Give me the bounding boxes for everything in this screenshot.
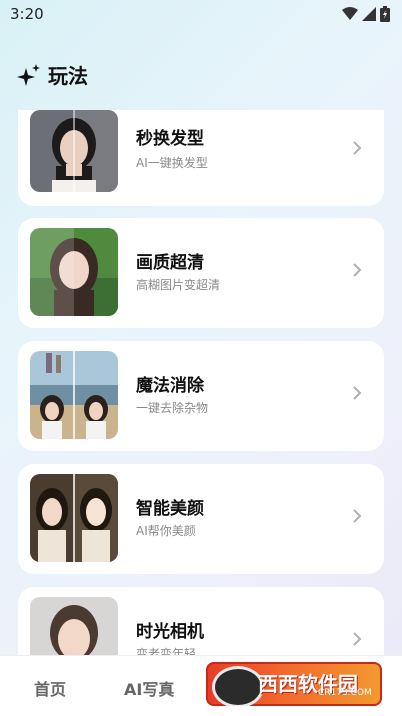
card-thumbnail xyxy=(30,597,118,655)
card-title: 智能美颜 xyxy=(136,499,204,519)
chevron-right-icon xyxy=(353,509,362,523)
card-subtitle: AI一键换发型 xyxy=(136,156,208,170)
card-magic-erase[interactable]: 魔法消除 一键去除杂物 xyxy=(18,341,384,451)
card-subtitle: 一键去除杂物 xyxy=(136,401,209,415)
status-bar: 3:20 xyxy=(0,0,402,28)
card-subtitle: 变老变年轻 xyxy=(136,647,197,655)
feature-list[interactable]: 秒换发型 AI一键换发型 画质超清 高糊图片变超清 魔法消除 一键去除杂物 智能… xyxy=(0,110,402,655)
watermark-logo: 西西软件园 CR173.COM xyxy=(206,662,382,706)
card-subtitle: AI帮你美颜 xyxy=(136,524,196,538)
chevron-right-icon xyxy=(353,263,362,277)
status-time: 3:20 xyxy=(10,5,44,23)
card-title: 魔法消除 xyxy=(136,376,204,396)
signal-icon xyxy=(362,7,376,21)
watermark-ring-icon xyxy=(212,666,264,706)
card-title: 时光相机 xyxy=(136,622,204,642)
card-thumbnail xyxy=(30,110,118,192)
card-subtitle: 高糊图片变超清 xyxy=(136,278,221,292)
chevron-right-icon xyxy=(353,632,362,646)
wifi-icon xyxy=(342,7,358,20)
card-thumbnail xyxy=(30,351,118,439)
card-thumbnail xyxy=(30,228,118,316)
sparkle-icon xyxy=(17,63,40,86)
status-icons xyxy=(342,6,390,22)
section-title: 玩法 xyxy=(48,64,88,88)
watermark-url: CR173.COM xyxy=(318,688,372,698)
card-super-resolution[interactable]: 画质超清 高糊图片变超清 xyxy=(18,218,384,328)
card-thumbnail xyxy=(30,474,118,562)
tab-home[interactable]: 首页 xyxy=(34,676,66,700)
chevron-right-icon xyxy=(353,141,362,155)
chevron-right-icon xyxy=(353,386,362,400)
card-title: 画质超清 xyxy=(136,253,204,273)
battery-icon xyxy=(380,6,390,22)
card-time-camera[interactable]: 时光相机 变老变年轻 xyxy=(18,587,384,655)
section-header: 玩法 xyxy=(16,60,88,89)
card-smart-beauty[interactable]: 智能美颜 AI帮你美颜 xyxy=(18,464,384,574)
card-hairstyle[interactable]: 秒换发型 AI一键换发型 xyxy=(18,110,384,206)
card-title: 秒换发型 xyxy=(136,129,204,149)
tab-ai-portrait[interactable]: AI写真 xyxy=(124,676,174,700)
